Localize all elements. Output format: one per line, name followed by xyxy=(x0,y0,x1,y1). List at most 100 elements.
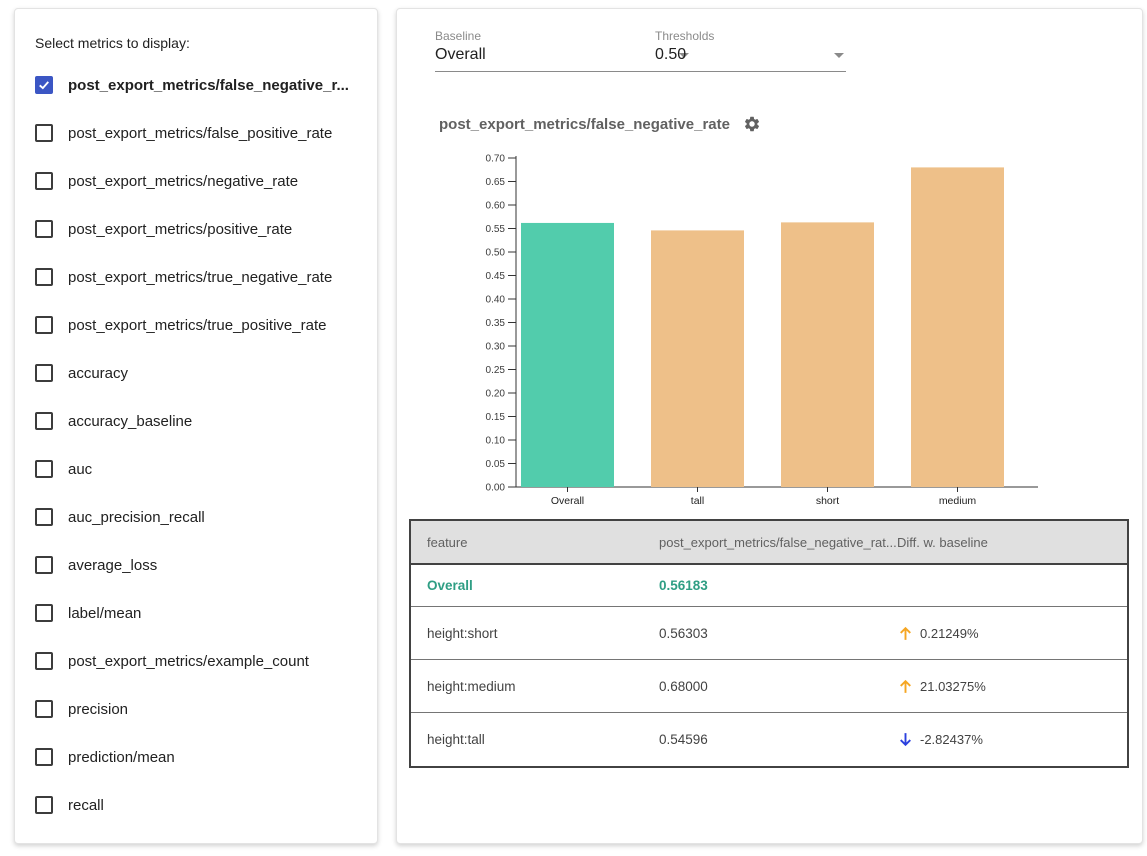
table-row-height-tall: height:tall 0.54596 -2.82437% xyxy=(411,713,1127,766)
checkbox-icon[interactable] xyxy=(35,796,53,814)
gear-icon[interactable] xyxy=(743,115,761,133)
svg-text:0.30: 0.30 xyxy=(486,342,506,353)
metric-checkbox-label-mean[interactable]: label/mean xyxy=(35,589,357,637)
metric-checkbox-true-negative-rate[interactable]: post_export_metrics/true_negative_rate xyxy=(35,253,357,301)
checkbox-icon[interactable] xyxy=(35,556,53,574)
metric-checkbox-recall[interactable]: recall xyxy=(35,781,357,829)
svg-text:0.55: 0.55 xyxy=(486,224,506,235)
checkbox-icon[interactable] xyxy=(35,412,53,430)
checkbox-icon[interactable] xyxy=(35,748,53,766)
metric-select-panel: Select metrics to display: post_export_m… xyxy=(14,8,378,844)
fairness-indicators-app: Select metrics to display: post_export_m… xyxy=(0,0,1147,856)
table-header-row: feature post_export_metrics/false_negati… xyxy=(411,521,1127,565)
metric-label: post_export_metrics/true_positive_rate xyxy=(68,317,326,334)
svg-text:Overall: Overall xyxy=(551,495,584,507)
svg-text:0.25: 0.25 xyxy=(486,365,506,376)
checkbox-icon[interactable] xyxy=(35,364,53,382)
svg-text:0.50: 0.50 xyxy=(486,248,506,259)
svg-text:0.40: 0.40 xyxy=(486,295,506,306)
svg-text:0.20: 0.20 xyxy=(486,389,506,400)
svg-text:0.05: 0.05 xyxy=(486,459,506,470)
sidebar-title: Select metrics to display: xyxy=(35,35,357,51)
metric-checkbox-false-negative-rate[interactable]: post_export_metrics/false_negative_r... xyxy=(35,61,357,109)
diff-value: -2.82437% xyxy=(920,732,983,747)
metric-checkbox-prediction-mean[interactable]: prediction/mean xyxy=(35,733,357,781)
table-row-height-short: height:short 0.56303 0.21249% xyxy=(411,607,1127,660)
column-header-metric: post_export_metrics/false_negative_rat..… xyxy=(659,535,897,550)
checkbox-checked-icon[interactable] xyxy=(35,76,53,94)
table-row-overall: Overall 0.56183 xyxy=(411,565,1127,607)
diff-cell: 0.21249% xyxy=(897,625,1127,642)
svg-text:0.15: 0.15 xyxy=(486,412,506,423)
feature-cell: Overall xyxy=(427,578,659,593)
metric-checkbox-accuracy[interactable]: accuracy xyxy=(35,349,357,397)
metric-label: post_export_metrics/false_negative_r... xyxy=(68,77,349,94)
checkbox-icon[interactable] xyxy=(35,652,53,670)
metric-checkbox-auc[interactable]: auc xyxy=(35,445,357,493)
value-cell: 0.56303 xyxy=(659,626,897,641)
metric-label: post_export_metrics/example_count xyxy=(68,653,309,670)
svg-text:0.70: 0.70 xyxy=(486,154,506,165)
metric-label: precision xyxy=(68,701,128,718)
svg-text:short: short xyxy=(816,495,839,507)
metric-label: post_export_metrics/true_negative_rate xyxy=(68,269,332,286)
chart-title-row: post_export_metrics/false_negative_rate xyxy=(439,115,761,133)
feature-cell: height:medium xyxy=(427,679,659,694)
metric-label: accuracy_baseline xyxy=(68,413,192,430)
metric-checkbox-accuracy-baseline[interactable]: accuracy_baseline xyxy=(35,397,357,445)
checkbox-icon[interactable] xyxy=(35,316,53,334)
up-arrow-icon xyxy=(897,625,914,642)
thresholds-dropdown[interactable]: Thresholds 0.50 xyxy=(655,29,846,72)
thresholds-dropdown-label: Thresholds xyxy=(655,29,846,43)
column-header-diff: Diff. w. baseline xyxy=(897,535,1127,550)
metric-label: recall xyxy=(68,797,104,814)
bar-chart[interactable]: 0.000.050.100.150.200.250.300.350.400.45… xyxy=(437,151,1047,516)
checkbox-icon[interactable] xyxy=(35,268,53,286)
svg-text:medium: medium xyxy=(939,495,977,507)
metric-checkbox-negative-rate[interactable]: post_export_metrics/negative_rate xyxy=(35,157,357,205)
checkbox-icon[interactable] xyxy=(35,604,53,622)
svg-text:0.10: 0.10 xyxy=(486,436,506,447)
metric-checkbox-precision[interactable]: precision xyxy=(35,685,357,733)
value-cell: 0.54596 xyxy=(659,732,897,747)
diff-cell: -2.82437% xyxy=(897,731,1127,748)
metric-label: auc_precision_recall xyxy=(68,509,205,526)
svg-text:0.35: 0.35 xyxy=(486,318,506,329)
metric-label: average_loss xyxy=(68,557,157,574)
svg-text:0.00: 0.00 xyxy=(486,483,506,494)
diff-cell: 21.03275% xyxy=(897,678,1127,695)
feature-cell: height:short xyxy=(427,626,659,641)
checkbox-icon[interactable] xyxy=(35,172,53,190)
up-arrow-icon xyxy=(897,678,914,695)
metric-label: post_export_metrics/negative_rate xyxy=(68,173,298,190)
diff-value: 0.21249% xyxy=(920,626,979,641)
checkbox-icon[interactable] xyxy=(35,124,53,142)
metric-label: post_export_metrics/false_positive_rate xyxy=(68,125,332,142)
feature-cell: height:tall xyxy=(427,732,659,747)
checkbox-icon[interactable] xyxy=(35,700,53,718)
metric-checkbox-auc-precision-recall[interactable]: auc_precision_recall xyxy=(35,493,357,541)
metric-checkbox-average-loss[interactable]: average_loss xyxy=(35,541,357,589)
metric-label: prediction/mean xyxy=(68,749,175,766)
column-header-feature: feature xyxy=(427,535,659,550)
checkbox-icon[interactable] xyxy=(35,508,53,526)
table-row-height-medium: height:medium 0.68000 21.03275% xyxy=(411,660,1127,713)
value-cell: 0.56183 xyxy=(659,578,897,593)
baseline-dropdown[interactable]: Baseline Overall xyxy=(435,29,691,72)
checkbox-icon[interactable] xyxy=(35,460,53,478)
svg-text:0.65: 0.65 xyxy=(486,177,506,188)
down-arrow-icon xyxy=(897,731,914,748)
checkbox-icon[interactable] xyxy=(35,220,53,238)
metric-list: post_export_metrics/false_negative_r... … xyxy=(35,61,357,829)
metrics-table: feature post_export_metrics/false_negati… xyxy=(409,519,1129,768)
metric-label: label/mean xyxy=(68,605,141,622)
metric-label: post_export_metrics/positive_rate xyxy=(68,221,292,238)
metric-checkbox-example-count[interactable]: post_export_metrics/example_count xyxy=(35,637,357,685)
metric-checkbox-positive-rate[interactable]: post_export_metrics/positive_rate xyxy=(35,205,357,253)
metric-checkbox-false-positive-rate[interactable]: post_export_metrics/false_positive_rate xyxy=(35,109,357,157)
baseline-dropdown-label: Baseline xyxy=(435,29,691,43)
metric-detail-panel: Baseline Overall Thresholds 0.50 post_ex… xyxy=(396,8,1143,844)
metric-checkbox-true-positive-rate[interactable]: post_export_metrics/true_positive_rate xyxy=(35,301,357,349)
baseline-dropdown-value: Overall xyxy=(435,46,486,64)
chevron-down-icon xyxy=(834,53,844,58)
